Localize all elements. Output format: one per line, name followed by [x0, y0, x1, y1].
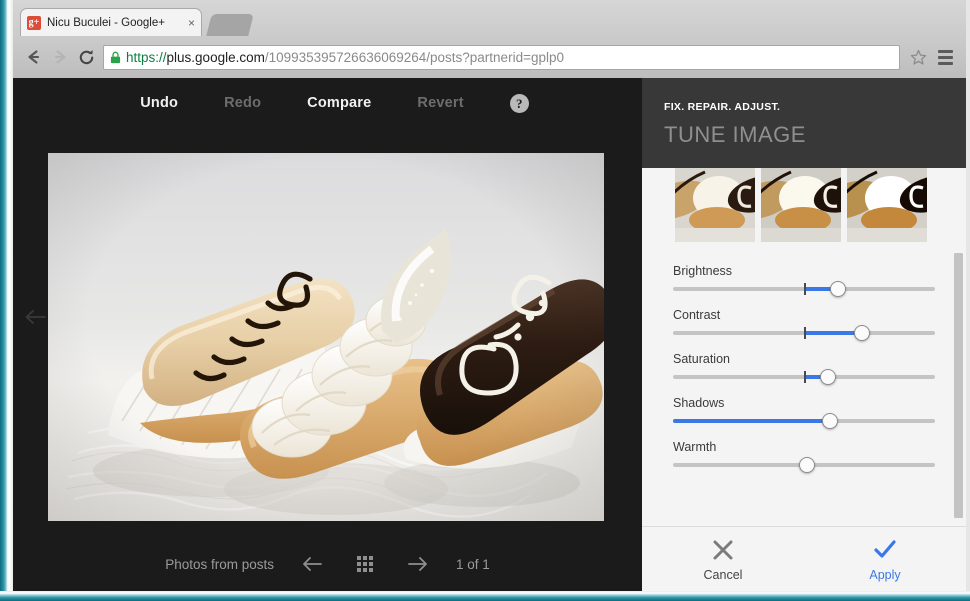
url-bar-row: https://plus.google.com/1099353957266360… [13, 36, 966, 78]
new-tab-button[interactable] [206, 14, 254, 36]
thumbnail-art [761, 168, 841, 242]
cancel-button[interactable]: Cancel [642, 537, 804, 582]
slider-saturation: Saturation [673, 352, 935, 385]
thumbnail-art [675, 168, 755, 242]
url-text: https://plus.google.com/1099353957266360… [126, 50, 564, 65]
preset-thumbnail-3[interactable] [847, 168, 927, 242]
reload-icon[interactable] [73, 44, 99, 70]
close-icon[interactable]: × [188, 16, 195, 30]
address-bar[interactable]: https://plus.google.com/1099353957266360… [103, 44, 900, 70]
redo-button: Redo [224, 95, 262, 111]
panel-title: TUNE IMAGE [664, 122, 806, 147]
slider-notch [804, 283, 806, 295]
slider-shadows: Shadows [673, 396, 935, 429]
slider-label: Shadows [673, 396, 725, 410]
main-photo[interactable] [48, 153, 604, 521]
slider-label: Contrast [673, 308, 721, 322]
browser-chrome: g+ Nicu Buculei - Google+ × https://plus… [13, 0, 966, 78]
grid-view-icon[interactable] [352, 553, 378, 575]
arrow-left-icon[interactable] [300, 553, 326, 575]
photos-source-label: Photos from posts [165, 556, 275, 572]
google-plus-favicon: g+ [27, 15, 41, 30]
cancel-label: Cancel [703, 567, 743, 582]
url-host: plus.google.com [166, 49, 265, 65]
slider-track[interactable] [673, 325, 935, 341]
panel-header: FIX. REPAIR. ADJUST. TUNE IMAGE [642, 78, 966, 168]
url-scheme: https:// [126, 49, 167, 65]
help-icon[interactable]: ? [509, 93, 529, 113]
slider-fill [673, 419, 831, 423]
tune-image-panel: FIX. REPAIR. ADJUST. TUNE IMAGE Brightne… [642, 78, 966, 591]
slider-handle[interactable] [819, 369, 836, 385]
hamburger-menu-icon[interactable] [932, 44, 958, 70]
back-arrow-icon[interactable] [21, 44, 47, 70]
slider-fill [804, 331, 862, 335]
preset-thumbnails [642, 168, 966, 242]
arrow-right-icon[interactable] [404, 553, 430, 575]
preset-thumbnail-2[interactable] [761, 168, 841, 242]
browser-tab[interactable]: g+ Nicu Buculei - Google+ × [20, 8, 202, 36]
slider-handle[interactable] [798, 457, 815, 473]
star-icon[interactable] [906, 45, 930, 69]
checkmark-icon [874, 539, 896, 558]
slider-label: Saturation [673, 352, 730, 366]
photo-viewer: Undo Redo Compare Revert ? Photos from p… [13, 78, 642, 591]
photo-counter: 1 of 1 [456, 556, 490, 572]
thumbnail-art [847, 168, 927, 242]
slider-handle[interactable] [822, 413, 839, 429]
forward-arrow-icon [47, 44, 73, 70]
slider-notch [804, 327, 806, 339]
tab-title: Nicu Buculei - Google+ [47, 16, 165, 29]
panel-kicker: FIX. REPAIR. ADJUST. [664, 101, 781, 113]
panel-footer: Cancel Apply [642, 526, 966, 591]
ssl-lock-icon [110, 51, 121, 63]
slider-contrast: Contrast [673, 308, 935, 341]
eclairs-photo-art [48, 153, 604, 521]
slider-handle[interactable] [853, 325, 870, 341]
viewer-back-arrow-icon[interactable] [21, 302, 51, 332]
panel-scrollbar-thumb[interactable] [954, 253, 963, 518]
slider-track[interactable] [673, 281, 935, 297]
undo-button[interactable]: Undo [140, 95, 178, 111]
slider-warmth: Warmth [673, 440, 935, 473]
preset-thumbnail-1[interactable] [675, 168, 755, 242]
slider-notch [804, 371, 806, 383]
slider-handle[interactable] [830, 281, 847, 297]
slider-label: Warmth [673, 440, 717, 454]
close-x-icon [713, 540, 733, 559]
window-border-bottom [0, 591, 970, 601]
apply-button[interactable]: Apply [804, 537, 966, 582]
slider-track[interactable] [673, 457, 935, 473]
adjustment-sliders: Brightness Contrast Saturation Shadows W… [642, 242, 966, 473]
slider-brightness: Brightness [673, 264, 935, 297]
window-border-left [0, 0, 13, 601]
url-path: /109935395726636069264/posts?partnerid=g… [264, 49, 564, 65]
window-border-right [966, 0, 970, 601]
edit-toolbar: Undo Redo Compare Revert ? [13, 78, 642, 128]
apply-label: Apply [869, 567, 901, 582]
tab-strip: g+ Nicu Buculei - Google+ × [13, 0, 966, 36]
viewer-footer: Photos from posts 1 of 1 [13, 549, 642, 579]
photo-editor-app: Undo Redo Compare Revert ? Photos from p… [13, 78, 966, 591]
slider-label: Brightness [673, 264, 733, 278]
compare-button[interactable]: Compare [307, 95, 371, 111]
slider-track[interactable] [673, 413, 935, 429]
slider-track[interactable] [673, 369, 935, 385]
panel-body: Brightness Contrast Saturation Shadows W… [642, 168, 966, 526]
revert-button: Revert [417, 95, 464, 111]
screenshot-root: g+ Nicu Buculei - Google+ × https://plus… [0, 0, 970, 601]
